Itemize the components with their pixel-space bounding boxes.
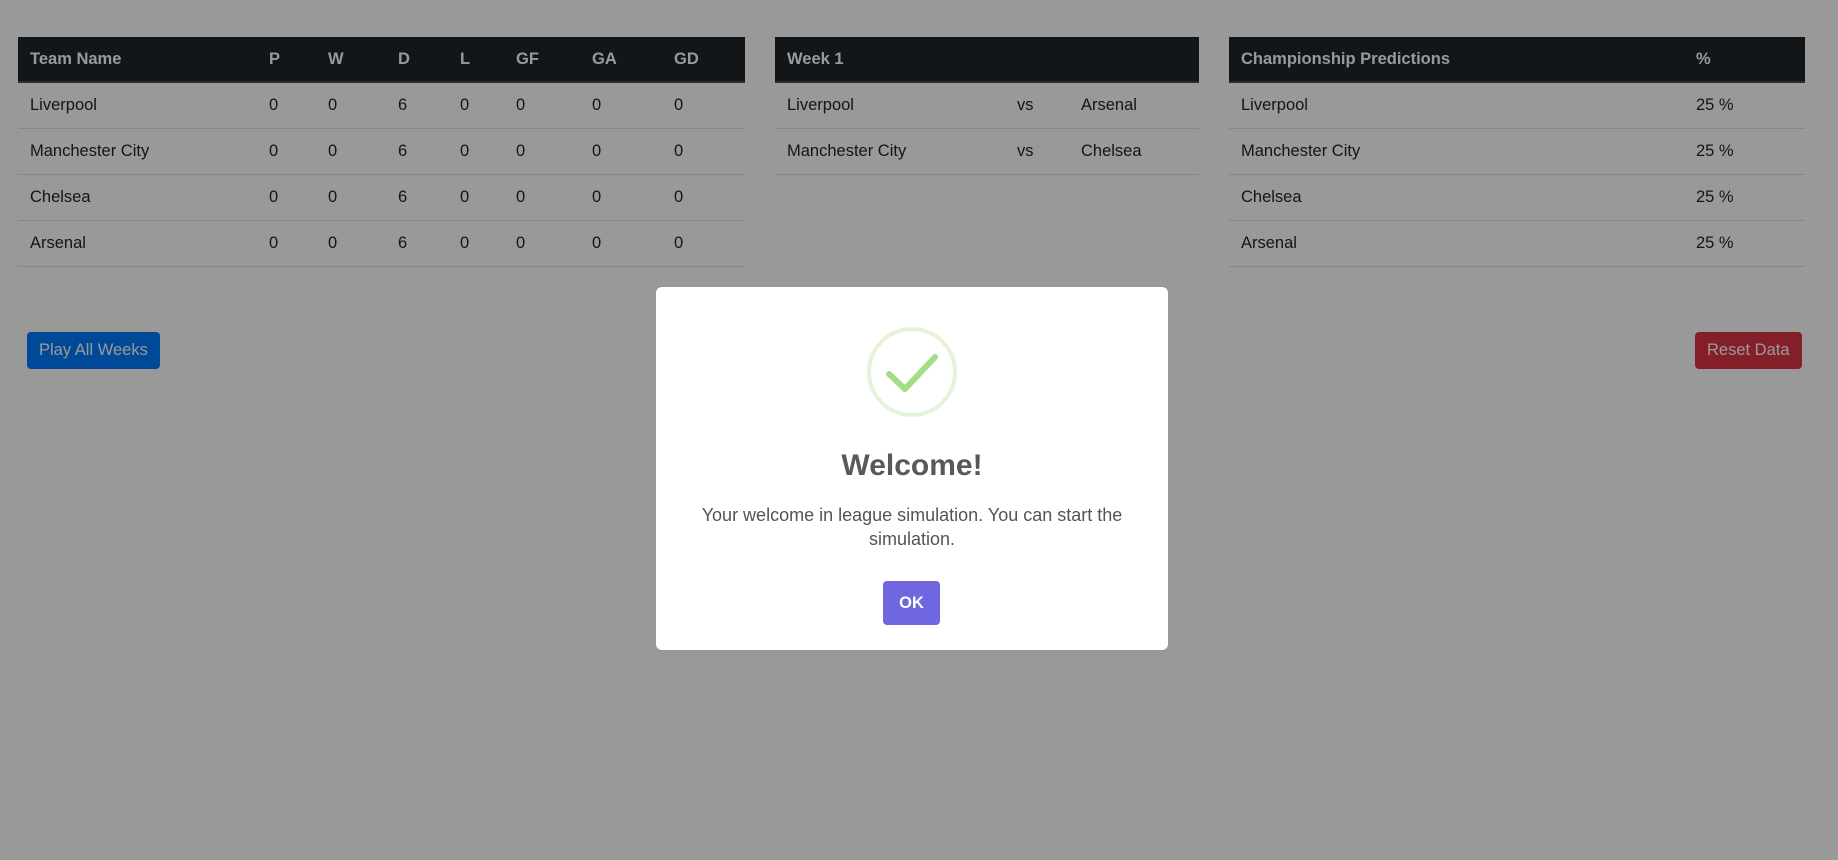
ok-button[interactable]: OK: [883, 581, 940, 625]
modal-backdrop[interactable]: Welcome! Your welcome in league simulati…: [0, 0, 1838, 860]
welcome-dialog: Welcome! Your welcome in league simulati…: [656, 287, 1168, 650]
success-check-icon: [867, 327, 957, 417]
dialog-title: Welcome!: [841, 449, 983, 482]
dialog-message: Your welcome in league simulation. You c…: [701, 505, 1123, 549]
